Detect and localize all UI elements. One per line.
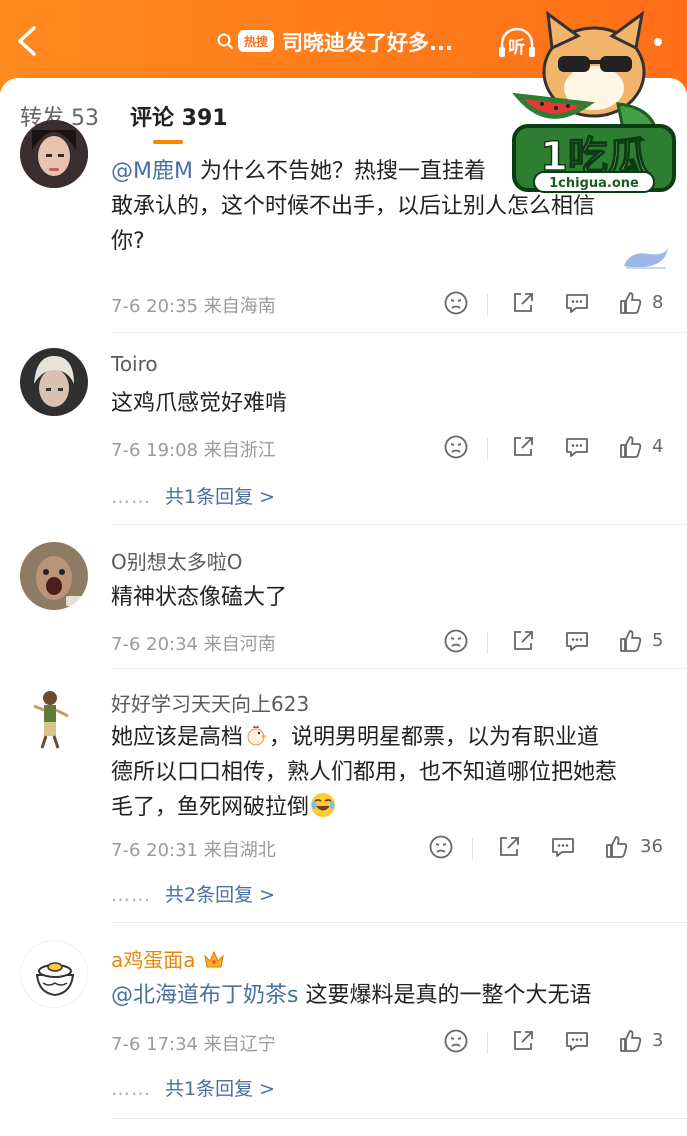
mention-link[interactable]: @M鹿M	[111, 159, 193, 184]
comment-actions: 3	[440, 1028, 670, 1058]
like-icon[interactable]	[604, 834, 630, 860]
location: 来自海南	[203, 296, 276, 317]
divider	[111, 668, 687, 669]
timestamp: 7-6 20:35	[111, 296, 198, 317]
topic-title[interactable]: 司晓迪发了好多...	[282, 27, 453, 57]
avatar[interactable]	[20, 940, 88, 1008]
comment-icon[interactable]	[564, 1028, 590, 1054]
comment-icon[interactable]	[564, 628, 590, 654]
laugh-cry-emoji-icon	[309, 791, 337, 819]
comment-meta: 7-6 19:08 来自浙江	[111, 436, 276, 462]
timestamp: 7-6 19:08	[111, 440, 198, 461]
dislike-face-icon[interactable]	[443, 628, 469, 654]
like-icon[interactable]	[618, 290, 644, 316]
view-replies-link[interactable]: …… 共2条回复 >	[111, 880, 275, 907]
comment-text: 她应该是高档 ，说明男明星都票，以为有职业道 德所以口口相传，熟人们都用，也不知道…	[111, 720, 651, 825]
mention-link[interactable]: @北海道布丁奶茶s	[111, 983, 298, 1008]
avatar[interactable]	[20, 542, 88, 610]
like-count: 36	[640, 836, 663, 857]
comment-icon[interactable]	[564, 290, 590, 316]
comment-actions: 36	[428, 834, 663, 864]
share-icon[interactable]	[496, 834, 522, 860]
comment-icon[interactable]	[564, 434, 590, 460]
dislike-face-icon[interactable]	[443, 290, 469, 316]
active-tab-indicator	[153, 140, 183, 144]
share-icon[interactable]	[510, 290, 536, 316]
share-icon[interactable]	[510, 628, 536, 654]
hot-search-pill[interactable]: 热搜	[212, 27, 280, 55]
crown-badge-icon	[202, 948, 226, 970]
search-icon	[217, 33, 233, 49]
user-name[interactable]: Toiro	[111, 352, 158, 376]
comment-text: 这鸡爪感觉好难啃	[111, 391, 288, 416]
location: 来自河南	[203, 634, 276, 655]
timestamp: 7-6 20:31	[111, 840, 198, 861]
timestamp: 7-6 20:34	[111, 634, 198, 655]
hot-badge: 热搜	[238, 30, 275, 52]
comment-meta: 7-6 20:31 来自湖北	[111, 836, 276, 862]
site-watermark: 1吃瓜 1chigua.one	[508, 8, 678, 198]
user-name[interactable]: a鸡蛋面a	[111, 944, 226, 973]
view-replies-link[interactable]: …… 共1条回复 >	[111, 1074, 275, 1101]
whale-sticker-icon	[624, 248, 668, 269]
share-icon[interactable]	[510, 434, 536, 460]
dislike-face-icon[interactable]	[443, 434, 469, 460]
comment-meta: 7-6 20:35 来自海南	[111, 292, 276, 318]
watermark-url: 1chigua.one	[549, 176, 639, 191]
dislike-face-icon[interactable]	[443, 1028, 469, 1054]
comment-meta: 7-6 17:34 来自辽宁	[111, 1030, 276, 1056]
like-count: 5	[652, 630, 664, 651]
avatar[interactable]	[20, 120, 88, 188]
back-arrow-icon[interactable]	[14, 22, 44, 60]
share-icon[interactable]	[510, 1028, 536, 1054]
user-name[interactable]: 好好学习天天向上623	[111, 688, 309, 717]
like-count: 3	[652, 1030, 664, 1051]
location: 来自辽宁	[203, 1034, 276, 1055]
avatar[interactable]	[20, 684, 88, 752]
comment-text: 精神状态像磕大了	[111, 585, 288, 610]
like-icon[interactable]	[618, 1028, 644, 1054]
comment-meta: 7-6 20:34 来自河南	[111, 630, 276, 656]
comment-actions: 4	[440, 434, 670, 464]
like-count: 8	[652, 292, 664, 313]
avatar[interactable]	[20, 348, 88, 416]
divider	[111, 1118, 687, 1119]
comment-icon[interactable]	[550, 834, 576, 860]
dislike-face-icon[interactable]	[428, 834, 454, 860]
user-name[interactable]: O别想太多啦O	[111, 546, 242, 575]
divider	[111, 332, 687, 333]
like-count: 4	[652, 436, 664, 457]
location: 来自浙江	[203, 440, 276, 461]
view-replies-link[interactable]: …… 共1条回复 >	[111, 482, 275, 509]
divider	[111, 524, 687, 525]
comment-text: @北海道布丁奶茶s 这要爆料是真的一整个大无语	[111, 983, 592, 1008]
like-icon[interactable]	[618, 628, 644, 654]
comment-actions: 5	[440, 628, 670, 658]
divider	[111, 922, 687, 923]
comment-actions: 8	[440, 290, 670, 320]
timestamp: 7-6 17:34	[111, 1034, 198, 1055]
watermark-logo-icon: 1吃瓜 1chigua.one	[512, 10, 676, 193]
location: 来自湖北	[203, 840, 276, 861]
chicken-emoji-icon	[243, 722, 269, 748]
like-icon[interactable]	[618, 434, 644, 460]
tab-comments[interactable]: 评论 391	[130, 100, 228, 132]
